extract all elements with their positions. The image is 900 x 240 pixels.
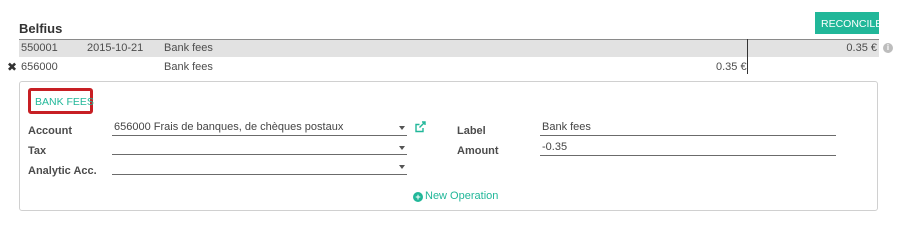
tax-select[interactable] bbox=[112, 139, 407, 155]
row-code: 656000 bbox=[21, 61, 58, 73]
tax-label: Tax bbox=[28, 145, 47, 157]
row-code: 550001 bbox=[21, 42, 58, 54]
bank-fees-preset-button[interactable]: BANK FEES bbox=[35, 96, 94, 108]
row-date: 2015-10-21 bbox=[87, 42, 144, 54]
close-icon[interactable]: ✖ bbox=[7, 61, 17, 74]
new-operation-link[interactable]: + New Operation bbox=[413, 190, 498, 202]
amount-input[interactable]: -0.35 bbox=[540, 140, 836, 156]
chevron-down-icon[interactable] bbox=[399, 146, 405, 150]
row-debit: 0.35 € bbox=[716, 61, 747, 73]
account-select[interactable]: 656000 Frais de banques, de chèques post… bbox=[112, 120, 407, 136]
new-operation-label: New Operation bbox=[425, 190, 499, 202]
chevron-down-icon[interactable] bbox=[399, 165, 405, 169]
plus-circle-icon: + bbox=[413, 192, 423, 202]
external-link-icon[interactable] bbox=[413, 120, 427, 134]
row-label: Bank fees bbox=[164, 61, 213, 73]
label-field-label: Label bbox=[457, 125, 486, 137]
chevron-down-icon[interactable] bbox=[399, 126, 405, 130]
analytic-account-label: Analytic Acc. bbox=[28, 165, 97, 177]
reconcile-button[interactable]: RECONCILE bbox=[815, 12, 882, 34]
label-input[interactable]: Bank fees bbox=[540, 120, 836, 136]
amount-value: -0.35 bbox=[542, 141, 568, 153]
account-label: Account bbox=[28, 125, 72, 137]
info-icon[interactable]: i bbox=[883, 43, 893, 53]
row-credit: 0.35 € bbox=[846, 42, 877, 54]
amount-label: Amount bbox=[457, 145, 499, 157]
table-row[interactable]: 550001 2015-10-21 Bank fees 0.35 € bbox=[19, 40, 879, 57]
label-value: Bank fees bbox=[542, 121, 591, 133]
table-row[interactable]: 656000 Bank fees 0.35 € bbox=[19, 59, 879, 76]
account-value: 656000 Frais de banques, de chèques post… bbox=[114, 121, 344, 133]
debit-credit-divider bbox=[747, 39, 748, 74]
analytic-account-select[interactable] bbox=[112, 159, 407, 175]
row-label: Bank fees bbox=[164, 42, 213, 54]
statement-title: Belfius bbox=[19, 21, 63, 36]
